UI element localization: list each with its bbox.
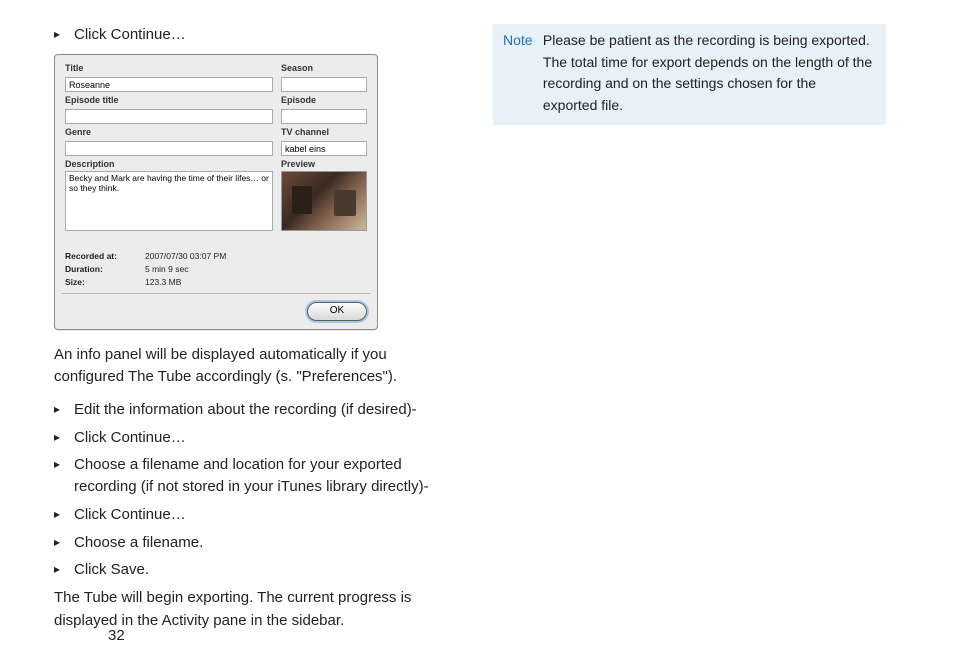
title-input[interactable] [65, 77, 273, 92]
left-column: ▸ Click Continue… Title Season Episode t… [0, 0, 465, 668]
episode-input[interactable] [281, 109, 367, 124]
size-label: Size: [65, 277, 145, 287]
genre-label: Genre [65, 127, 273, 137]
tv-channel-label: TV channel [281, 127, 367, 137]
paragraph: The Tube will begin exporting. The curre… [54, 587, 453, 632]
duration-label: Duration: [65, 264, 145, 274]
episode-title-input[interactable] [65, 109, 273, 124]
step-text: Click Continue… [74, 427, 186, 449]
metadata-block: Recorded at: 2007/07/30 03:07 PM Duratio… [65, 242, 367, 287]
step-text: Choose a filename and location for your … [74, 454, 453, 498]
right-column: Note Please be patient as the recording … [465, 0, 920, 668]
step-item: ▸ Edit the information about the recordi… [54, 399, 453, 421]
page-number: 32 [108, 627, 125, 644]
description-textarea[interactable] [65, 171, 273, 231]
step-text: Edit the information about the recording… [74, 399, 417, 421]
step-item: ▸ Click Continue… [54, 504, 453, 526]
season-label: Season [281, 63, 367, 73]
size-value: 123.3 MB [145, 277, 367, 287]
paragraph: An info panel will be displayed automati… [54, 344, 453, 389]
title-label: Title [65, 63, 273, 73]
note-text: Please be patient as the recording is be… [543, 30, 874, 117]
triangle-right-icon: ▸ [54, 532, 74, 551]
step-item: ▸ Choose a filename and location for you… [54, 454, 453, 498]
tv-channel-input[interactable] [281, 141, 367, 156]
manual-page: ▸ Click Continue… Title Season Episode t… [0, 0, 954, 668]
triangle-right-icon: ▸ [54, 24, 74, 43]
step-text: Click Save. [74, 559, 149, 581]
description-label: Description [65, 159, 273, 169]
step-item: ▸ Click Save. [54, 559, 453, 581]
step-item: ▸ Choose a filename. [54, 532, 453, 554]
triangle-right-icon: ▸ [54, 427, 74, 446]
step-text: Click Continue… [74, 24, 186, 46]
recorded-at-label: Recorded at: [65, 251, 145, 261]
triangle-right-icon: ▸ [54, 399, 74, 418]
episode-title-label: Episode title [65, 95, 273, 105]
recorded-at-value: 2007/07/30 03:07 PM [145, 251, 367, 261]
triangle-right-icon: ▸ [54, 559, 74, 578]
step-item: ▸ Click Continue… [54, 24, 453, 46]
episode-label: Episode [281, 95, 367, 105]
step-item: ▸ Click Continue… [54, 427, 453, 449]
genre-input[interactable] [65, 141, 273, 156]
info-panel-dialog: Title Season Episode title Episode [54, 54, 378, 330]
ok-button[interactable]: OK [307, 302, 367, 321]
step-text: Click Continue… [74, 504, 186, 526]
step-text: Choose a filename. [74, 532, 203, 554]
note-callout: Note Please be patient as the recording … [493, 24, 886, 125]
triangle-right-icon: ▸ [54, 454, 74, 473]
season-input[interactable] [281, 77, 367, 92]
preview-label: Preview [281, 159, 367, 169]
triangle-right-icon: ▸ [54, 504, 74, 523]
note-label: Note [503, 30, 539, 52]
duration-value: 5 min 9 sec [145, 264, 367, 274]
preview-thumbnail [281, 171, 367, 231]
